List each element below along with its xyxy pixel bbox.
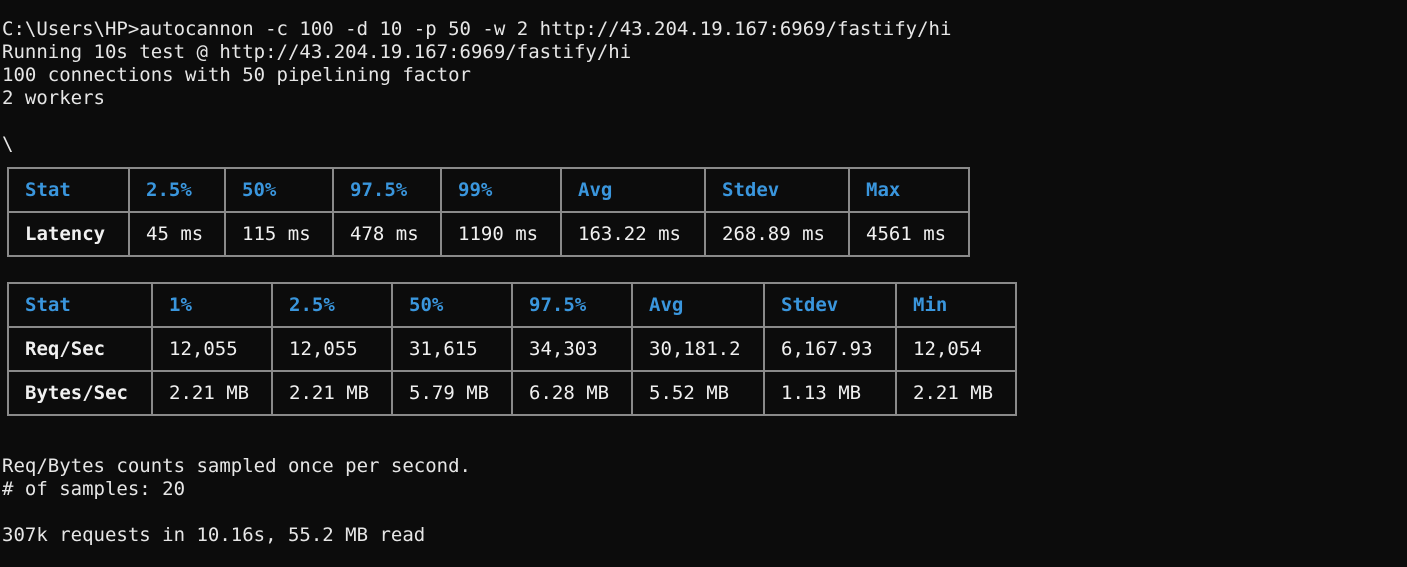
- value-cell: 2.21 MB: [151, 370, 273, 416]
- value-cell: 4561 ms: [848, 211, 970, 257]
- value-cell: 12,055: [151, 326, 273, 372]
- value-cell: 45 ms: [128, 211, 226, 257]
- header-cell: 2.5%: [128, 167, 226, 213]
- header-cell: 97.5%: [511, 282, 633, 328]
- header-cell: Stat: [7, 282, 153, 328]
- table-row: Latency 45 ms 115 ms 478 ms 1190 ms 163.…: [7, 211, 970, 257]
- throughput-table: Stat 1% 2.5% 50% 97.5% Avg Stdev Min Req…: [7, 282, 1017, 416]
- value-cell: 6.28 MB: [511, 370, 633, 416]
- header-cell: Stat: [7, 167, 130, 213]
- connections-line: 100 connections with 50 pipelining facto…: [2, 64, 471, 86]
- value-cell: 34,303: [511, 326, 633, 372]
- value-cell: 1190 ms: [440, 211, 562, 257]
- spinner-char: \: [2, 133, 14, 155]
- total-summary: 307k requests in 10.16s, 55.2 MB read: [2, 524, 426, 546]
- header-cell: Avg: [631, 282, 765, 328]
- value-cell: 6,167.93: [763, 326, 897, 372]
- header-cell: 50%: [391, 282, 513, 328]
- value-cell: 2.21 MB: [895, 370, 1017, 416]
- row-label-cell: Req/Sec: [7, 326, 153, 372]
- row-label-cell: Latency: [7, 211, 130, 257]
- header-cell: Min: [895, 282, 1017, 328]
- header-cell: 2.5%: [271, 282, 393, 328]
- value-cell: 268.89 ms: [704, 211, 850, 257]
- latency-table: Stat 2.5% 50% 97.5% 99% Avg Stdev Max La…: [7, 167, 970, 257]
- value-cell: 5.79 MB: [391, 370, 513, 416]
- summary-output: Req/Bytes counts sampled once per second…: [2, 455, 471, 547]
- value-cell: 31,615: [391, 326, 513, 372]
- value-cell: 1.13 MB: [763, 370, 897, 416]
- command-line: C:\Users\HP>autocannon -c 100 -d 10 -p 5…: [2, 18, 952, 40]
- row-label-cell: Bytes/Sec: [7, 370, 153, 416]
- header-cell: 1%: [151, 282, 273, 328]
- sampling-note: Req/Bytes counts sampled once per second…: [2, 455, 471, 477]
- value-cell: 2.21 MB: [271, 370, 393, 416]
- value-cell: 163.22 ms: [560, 211, 706, 257]
- workers-line: 2 workers: [2, 87, 105, 109]
- table-header-row: Stat 2.5% 50% 97.5% 99% Avg Stdev Max: [7, 167, 970, 213]
- header-cell: 50%: [224, 167, 334, 213]
- header-cell: Max: [848, 167, 970, 213]
- table-header-row: Stat 1% 2.5% 50% 97.5% Avg Stdev Min: [7, 282, 1017, 328]
- sample-count: # of samples: 20: [2, 478, 186, 500]
- header-cell: Avg: [560, 167, 706, 213]
- header-cell: Stdev: [704, 167, 850, 213]
- value-cell: 12,055: [271, 326, 393, 372]
- running-test-line: Running 10s test @ http://43.204.19.167:…: [2, 41, 632, 63]
- terminal-output: C:\Users\HP>autocannon -c 100 -d 10 -p 5…: [2, 18, 1402, 156]
- value-cell: 478 ms: [332, 211, 442, 257]
- value-cell: 30,181.2: [631, 326, 765, 372]
- header-cell: Stdev: [763, 282, 897, 328]
- value-cell: 5.52 MB: [631, 370, 765, 416]
- value-cell: 12,054: [895, 326, 1017, 372]
- table-row: Req/Sec 12,055 12,055 31,615 34,303 30,1…: [7, 326, 1017, 372]
- table-row: Bytes/Sec 2.21 MB 2.21 MB 5.79 MB 6.28 M…: [7, 370, 1017, 416]
- value-cell: 115 ms: [224, 211, 334, 257]
- header-cell: 97.5%: [332, 167, 442, 213]
- header-cell: 99%: [440, 167, 562, 213]
